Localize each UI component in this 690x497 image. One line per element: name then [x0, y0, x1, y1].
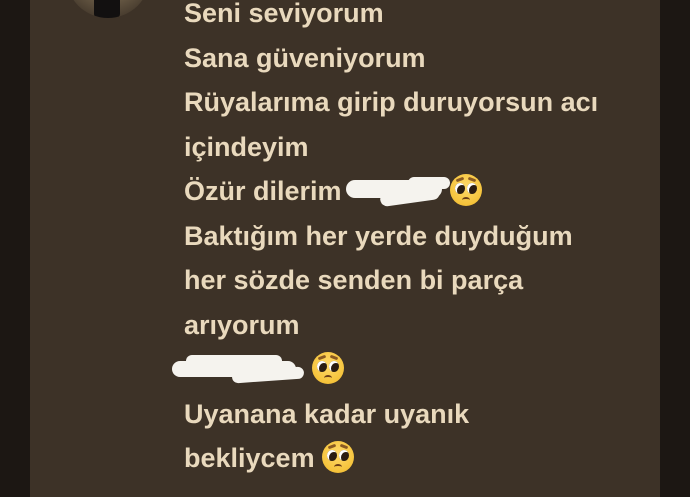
message-line-text: her sözde senden bi parça — [184, 265, 524, 295]
message-line-text: Rüyalarıma girip duruyorsun acı — [184, 87, 599, 117]
message-line: Özür dilerim — [184, 169, 644, 214]
message-line — [172, 347, 644, 392]
message-line-text: Sana güveniyorum — [184, 42, 426, 73]
message-line-text: bekliycem — [184, 443, 315, 473]
message-line: içindeyim — [184, 125, 644, 170]
message-line: Baktığım her yerde duyduğum — [184, 214, 644, 259]
message-line-text: Baktığım her yerde duyduğum — [184, 220, 573, 251]
message-line: Uyanana kadar uyanık — [184, 392, 644, 437]
left-edge — [0, 0, 30, 497]
message-line-text: Özür dilerim — [184, 176, 342, 206]
message-line-text: Seni seviyorum — [184, 0, 384, 28]
message-line-text: arıyorum — [184, 309, 300, 340]
message-line: arıyorum — [184, 303, 644, 348]
message-line-text: içindeyim — [184, 131, 309, 162]
message-line-text: Uyanana kadar uyanık — [184, 398, 470, 429]
message-body[interactable]: Seni seviyorum Sana güveniyorum Rüyaları… — [172, 0, 644, 481]
pleading-face-emoji — [449, 174, 482, 206]
redaction-scribble — [345, 177, 450, 208]
redaction-scribble — [172, 355, 312, 384]
pleading-face-emoji — [312, 352, 344, 384]
message-line: bekliycem — [184, 436, 644, 481]
message-line: her sözde senden bi parça — [184, 258, 644, 303]
message-line: Rüyalarıma girip duruyorsun acı — [184, 80, 644, 125]
right-edge — [660, 0, 690, 497]
message-line: Sana güveniyorum — [184, 36, 644, 81]
avatar-figure — [94, 0, 120, 18]
message-line: Seni seviyorum — [184, 0, 644, 36]
pleading-face-emoji — [322, 441, 355, 473]
screen: Seni seviyorum Sana güveniyorum Rüyaları… — [0, 0, 690, 497]
